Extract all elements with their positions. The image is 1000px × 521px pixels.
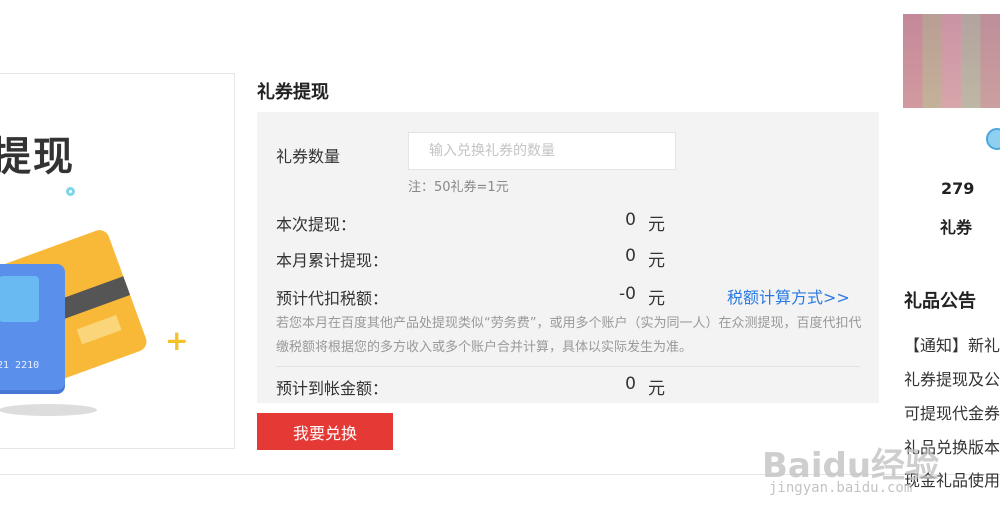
tax-description: 若您本月在百度其他产品处提现类似“劳务费”，或用多个账户（实为同一人）在众测提现…: [276, 316, 862, 355]
exchange-rate-note: 注：50礼券=1元: [408, 180, 509, 195]
exchange-button[interactable]: 我要兑换: [257, 413, 393, 450]
promo-banner: 提现 21 2210 +: [0, 73, 235, 449]
divider: [276, 366, 860, 367]
estimated-arrival-value: 0: [625, 374, 636, 394]
current-withdraw-label: 本次提现：: [276, 215, 357, 234]
avatar[interactable]: [903, 14, 1000, 108]
tax-calculation-link[interactable]: 税额计算方式>>: [727, 284, 850, 308]
watermark-url: jingyan.baidu.com: [769, 480, 913, 496]
current-withdraw-unit: 元: [648, 215, 665, 235]
card-shadow: [0, 404, 97, 416]
quantity-input[interactable]: [408, 132, 676, 170]
bank-card-blue-icon: 21 2210: [0, 264, 65, 390]
notice-item[interactable]: 礼券提现及公: [904, 366, 1000, 390]
current-withdraw-value: 0: [625, 210, 636, 230]
estimated-tax-value: -0: [619, 284, 636, 304]
notice-title: 礼品公告: [904, 291, 976, 312]
estimated-tax-unit: 元: [648, 289, 665, 309]
notice-item[interactable]: 【通知】新礼: [904, 332, 1000, 356]
estimated-tax-label: 预计代扣税额：: [276, 289, 389, 308]
quantity-label: 礼券数量: [276, 147, 341, 166]
notice-item[interactable]: 可提现代金券: [904, 400, 1000, 424]
section-title: 礼券提现: [257, 82, 329, 103]
card-number: 21 2210: [0, 360, 40, 371]
points-label: 礼券: [940, 218, 973, 237]
monthly-total-unit: 元: [648, 251, 665, 271]
user-badge-icon: [986, 128, 1000, 150]
circle-decoration-icon: [66, 187, 75, 196]
monthly-total-value: 0: [625, 246, 636, 266]
banner-title: 提现: [0, 134, 75, 180]
estimated-arrival-label: 预计到帐金额：: [276, 379, 389, 398]
estimated-arrival-unit: 元: [648, 379, 665, 399]
monthly-total-label: 本月累计提现：: [276, 251, 389, 270]
points-value: 279: [941, 179, 975, 198]
plus-decoration-icon: +: [165, 324, 189, 357]
